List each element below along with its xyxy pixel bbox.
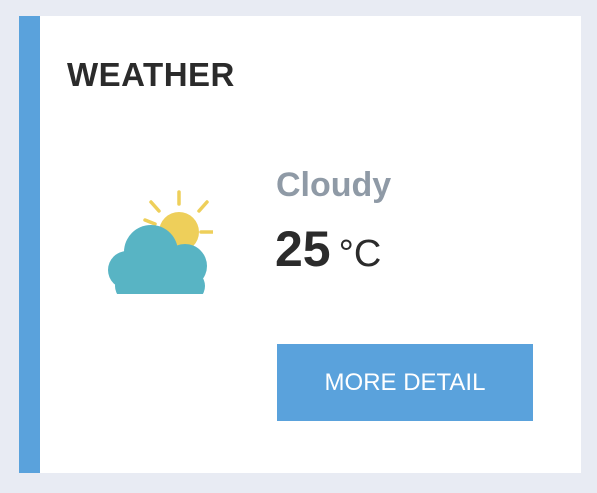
- partly-cloudy-icon: [108, 190, 213, 294]
- temperature-value: 25: [275, 221, 331, 277]
- card-accent-bar: [19, 16, 40, 473]
- temperature-display: 25 °C: [275, 220, 381, 278]
- weather-condition: Cloudy: [276, 166, 392, 204]
- temperature-unit: °C: [338, 233, 382, 275]
- weather-card: WEATHER Cloudy 25 °C MORE DETAIL: [19, 16, 581, 473]
- widget-title: WEATHER: [67, 56, 235, 93]
- more-detail-button[interactable]: MORE DETAIL: [277, 344, 533, 421]
